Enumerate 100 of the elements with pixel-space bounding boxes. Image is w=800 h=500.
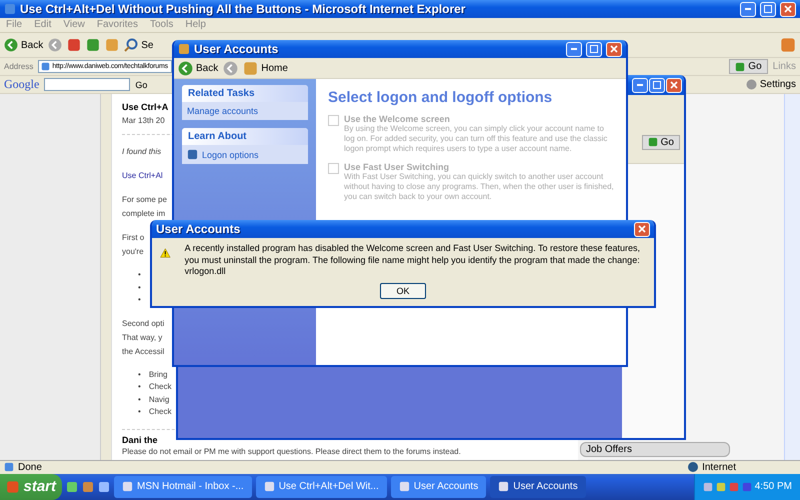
window-title: User Accounts <box>194 42 278 56</box>
list-item: Check <box>148 406 172 418</box>
refresh-icon <box>86 38 100 52</box>
windows-logo-icon <box>780 37 796 53</box>
google-search-field[interactable] <box>44 78 130 91</box>
bullet: • <box>138 381 141 393</box>
list-item: Check <box>148 381 172 393</box>
window-icon <box>122 481 133 492</box>
circle-icon <box>746 79 757 90</box>
option-label: Use the Welcome screen <box>344 114 451 124</box>
post-date: Mar 13th 20 <box>122 115 165 127</box>
article-text: That way, y <box>122 332 162 344</box>
bullet: • <box>138 368 141 380</box>
option-label: Use Fast User Switching <box>344 162 450 172</box>
close-icon <box>638 225 646 233</box>
settings-button[interactable]: Settings <box>746 79 796 90</box>
taskbar-button[interactable]: User Accounts <box>490 476 586 498</box>
tray-icon <box>742 482 752 492</box>
tray-icon <box>728 482 739 492</box>
globe-icon <box>688 462 698 472</box>
search-icon <box>124 38 138 52</box>
page-icon <box>4 462 14 472</box>
dialog-title: User Accounts <box>156 222 240 236</box>
close-button[interactable] <box>634 222 650 236</box>
tray-icon <box>716 482 726 492</box>
zone-text: Internet <box>702 462 736 472</box>
windows-logo-icon <box>6 480 20 494</box>
option-description: By using the Welcome screen, you can simply click your account name to log on. For added security, you can turn off this feature and use the classic logon prompt which requires users to type a user account name. <box>344 124 608 154</box>
search-button[interactable]: Se <box>124 38 154 52</box>
bullet: • <box>138 269 141 281</box>
maximize-icon <box>590 45 598 53</box>
google-logo: Google <box>4 77 40 92</box>
minimize-icon <box>637 84 643 86</box>
maximize-button[interactable] <box>760 2 776 16</box>
close-button[interactable] <box>606 42 622 56</box>
panel-title: Learn About <box>182 128 308 145</box>
maximize-icon <box>764 5 772 13</box>
quick-launch-icon <box>66 480 78 493</box>
panel-title: Related Tasks <box>182 85 308 102</box>
article-text: complete im <box>122 208 166 220</box>
home-icon <box>105 38 120 52</box>
tray-icon <box>702 482 713 492</box>
article-link[interactable]: Use Ctrl+Al <box>122 169 163 183</box>
bullet: • <box>138 406 141 418</box>
close-icon <box>784 5 792 13</box>
start-button[interactable]: start <box>0 474 62 500</box>
back-button[interactable]: Back <box>4 38 44 52</box>
quick-launch-icon <box>82 480 94 493</box>
maximize-icon <box>653 81 661 89</box>
help-icon <box>187 149 198 160</box>
maximize-button[interactable] <box>586 42 602 56</box>
minimize-icon <box>745 8 751 10</box>
window-icon <box>398 481 410 492</box>
taskbar-button[interactable]: MSN Hotmail - Inbox -... <box>114 476 252 498</box>
status-text: Done <box>18 462 42 472</box>
signature-name: Dani the <box>122 434 158 446</box>
home-button[interactable]: Home <box>243 60 288 76</box>
article-text: For some pe <box>122 194 167 206</box>
minimize-icon <box>571 48 577 50</box>
window-title: Use Ctrl+Alt+Del Without Pushing All the Buttons - Microsoft Internet Explorer <box>20 2 466 16</box>
page-heading: Select logon and logoff options <box>328 89 554 106</box>
ok-button[interactable]: OK <box>380 283 426 300</box>
job-offers-button[interactable]: Job Offers <box>580 442 730 456</box>
article-text: the Accessil <box>122 346 164 358</box>
bullet: • <box>138 394 141 406</box>
minimize-button[interactable] <box>566 42 582 56</box>
list-item: Bring <box>148 368 168 381</box>
back-button[interactable]: Back <box>178 60 218 76</box>
close-icon <box>610 45 618 53</box>
close-icon <box>670 81 678 89</box>
stop-icon <box>67 38 82 52</box>
taskbar-button[interactable]: User Accounts <box>390 476 486 498</box>
panel-link[interactable]: Logon options <box>182 145 308 164</box>
article-text: Second opti <box>122 318 164 330</box>
go-button[interactable]: Go <box>642 134 680 150</box>
article-text: I found this <box>122 146 162 158</box>
article-text: First o <box>122 232 144 244</box>
go-link[interactable]: Go <box>135 80 148 90</box>
go-button[interactable]: Go <box>729 59 768 74</box>
close-button[interactable] <box>780 2 796 16</box>
users-icon <box>178 43 190 55</box>
browser-icon <box>4 3 16 15</box>
quick-launch-icon <box>98 480 110 493</box>
article-text: you're <box>122 246 144 258</box>
clock: 4:50 PM <box>754 481 792 492</box>
taskbar-button[interactable]: Use Ctrl+Alt+Del Wit... <box>256 476 387 498</box>
scrollbar[interactable] <box>784 94 800 460</box>
dialog-message: A recently installed program has disabled the Welcome screen and Fast User Switching. To restore these features, you must uninstall the program. The following file name might help you identify the program that made the change: vrlogon.dll <box>184 243 642 278</box>
panel-link[interactable]: Manage accounts <box>182 102 308 120</box>
page-icon <box>41 62 50 71</box>
bullet: • <box>138 294 141 306</box>
minimize-button[interactable] <box>632 78 648 92</box>
minimize-button[interactable] <box>740 2 756 16</box>
maximize-button[interactable] <box>649 78 665 92</box>
signature-note: Please do not email or PM me with support questions. Please direct them to the forums instead. <box>122 446 461 458</box>
users-icon <box>243 60 258 76</box>
window-icon <box>264 481 275 492</box>
article-title: Use Ctrl+A <box>122 101 168 114</box>
close-button[interactable] <box>666 78 682 92</box>
list-item: Navig <box>148 394 170 406</box>
